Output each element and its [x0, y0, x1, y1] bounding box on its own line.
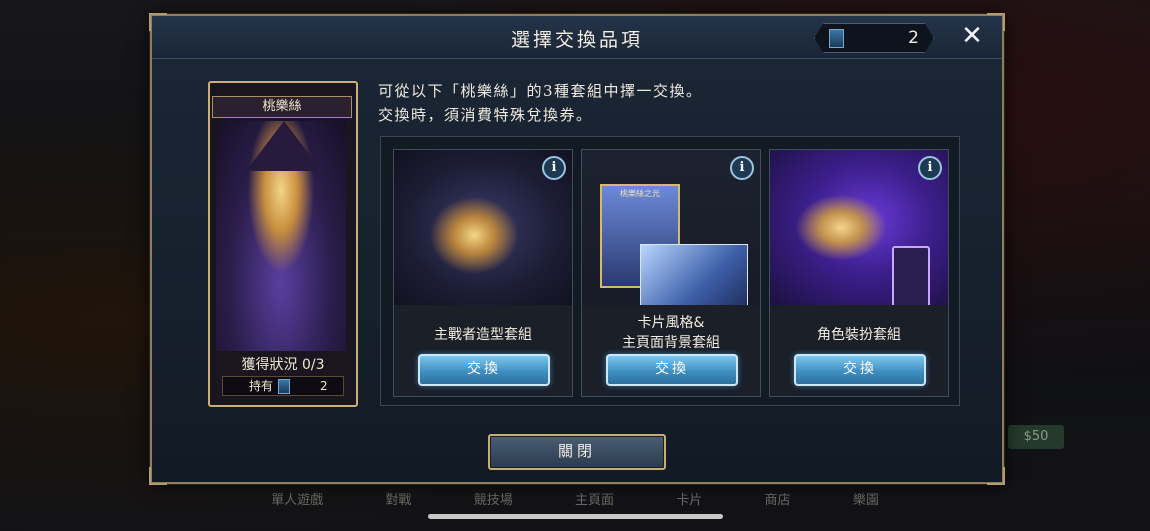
option-label: 卡片風格& — [637, 315, 705, 331]
option-label: 角色裝扮套組 — [817, 327, 901, 343]
exchange-button[interactable]: 交換 — [606, 354, 738, 386]
options-panel: i 主戰者造型套組 交換 桃樂絲之光 i 卡片風格& 主頁面背景套組 交換 i … — [380, 136, 960, 406]
card-preview-title: 桃樂絲之光 — [620, 189, 660, 198]
description-line: 可從以下「桃樂絲」的3種套組中擇一交換。 — [378, 82, 703, 100]
held-tickets: 持有 2 — [222, 376, 344, 396]
bg-nav-item: 卡片 — [676, 492, 703, 508]
character-name: 桃樂絲 — [212, 96, 352, 118]
exchange-ticket-icon — [278, 379, 290, 394]
exchange-ticket-icon — [829, 29, 844, 48]
option-card-leader-skin: i 主戰者造型套組 交換 — [393, 149, 573, 397]
character-portrait — [216, 121, 346, 351]
bg-nav-item: 主頁面 — [574, 492, 614, 508]
background-price-badge: $50 — [1008, 425, 1064, 449]
emote-card-preview — [892, 246, 930, 305]
option-label: 主頁面背景套組 — [622, 335, 720, 351]
homepage-background-preview — [640, 244, 748, 305]
info-icon[interactable]: i — [730, 156, 754, 180]
option-card-card-style: 桃樂絲之光 i 卡片風格& 主頁面背景套組 交換 — [581, 149, 761, 397]
bg-nav-item: 樂園 — [852, 492, 879, 508]
bg-nav-item: 對戰 — [385, 492, 412, 508]
close-icon[interactable]: ✕ — [958, 22, 986, 50]
exchange-dialog: 選擇交換品項 2 ✕ 桃樂絲 獲得狀況 0/3 持有 2 可從以下「桃樂絲」的3… — [149, 13, 1005, 485]
home-indicator[interactable] — [428, 514, 723, 519]
bg-nav-item: 商店 — [764, 492, 791, 508]
exchange-button[interactable]: 交換 — [794, 354, 926, 386]
background-bottom-nav: 單人遊戲 對戰 競技場 主頁面 卡片 商店 樂園 — [240, 478, 910, 518]
info-icon[interactable]: i — [918, 156, 942, 180]
held-label: 持有 — [249, 379, 274, 393]
ticket-count: 2 — [908, 28, 919, 48]
description-line: 交換時，須消費特殊兌換券。 — [378, 106, 593, 124]
held-count: 2 — [320, 379, 328, 393]
dialog-header: 選擇交換品項 2 ✕ — [152, 16, 1002, 59]
frame-corner — [149, 467, 167, 485]
bg-nav-item: 競技場 — [473, 492, 513, 508]
character-card: 桃樂絲 獲得狀況 0/3 持有 2 — [208, 81, 358, 407]
exchange-button[interactable]: 交換 — [418, 354, 550, 386]
ticket-counter: 2 — [814, 23, 934, 53]
description: 可從以下「桃樂絲」的3種套組中擇一交換。 交換時，須消費特殊兌換券。 — [378, 79, 703, 127]
frame-corner — [987, 467, 1005, 485]
acquisition-status: 獲得狀況 0/3 — [241, 357, 325, 373]
bg-nav-item: 單人遊戲 — [271, 492, 324, 508]
witch-hat-shape — [246, 121, 322, 171]
info-icon[interactable]: i — [542, 156, 566, 180]
option-card-costume: i 角色裝扮套組 交換 — [769, 149, 949, 397]
close-button[interactable]: 關閉 — [488, 434, 666, 470]
option-label: 主戰者造型套組 — [434, 327, 532, 343]
